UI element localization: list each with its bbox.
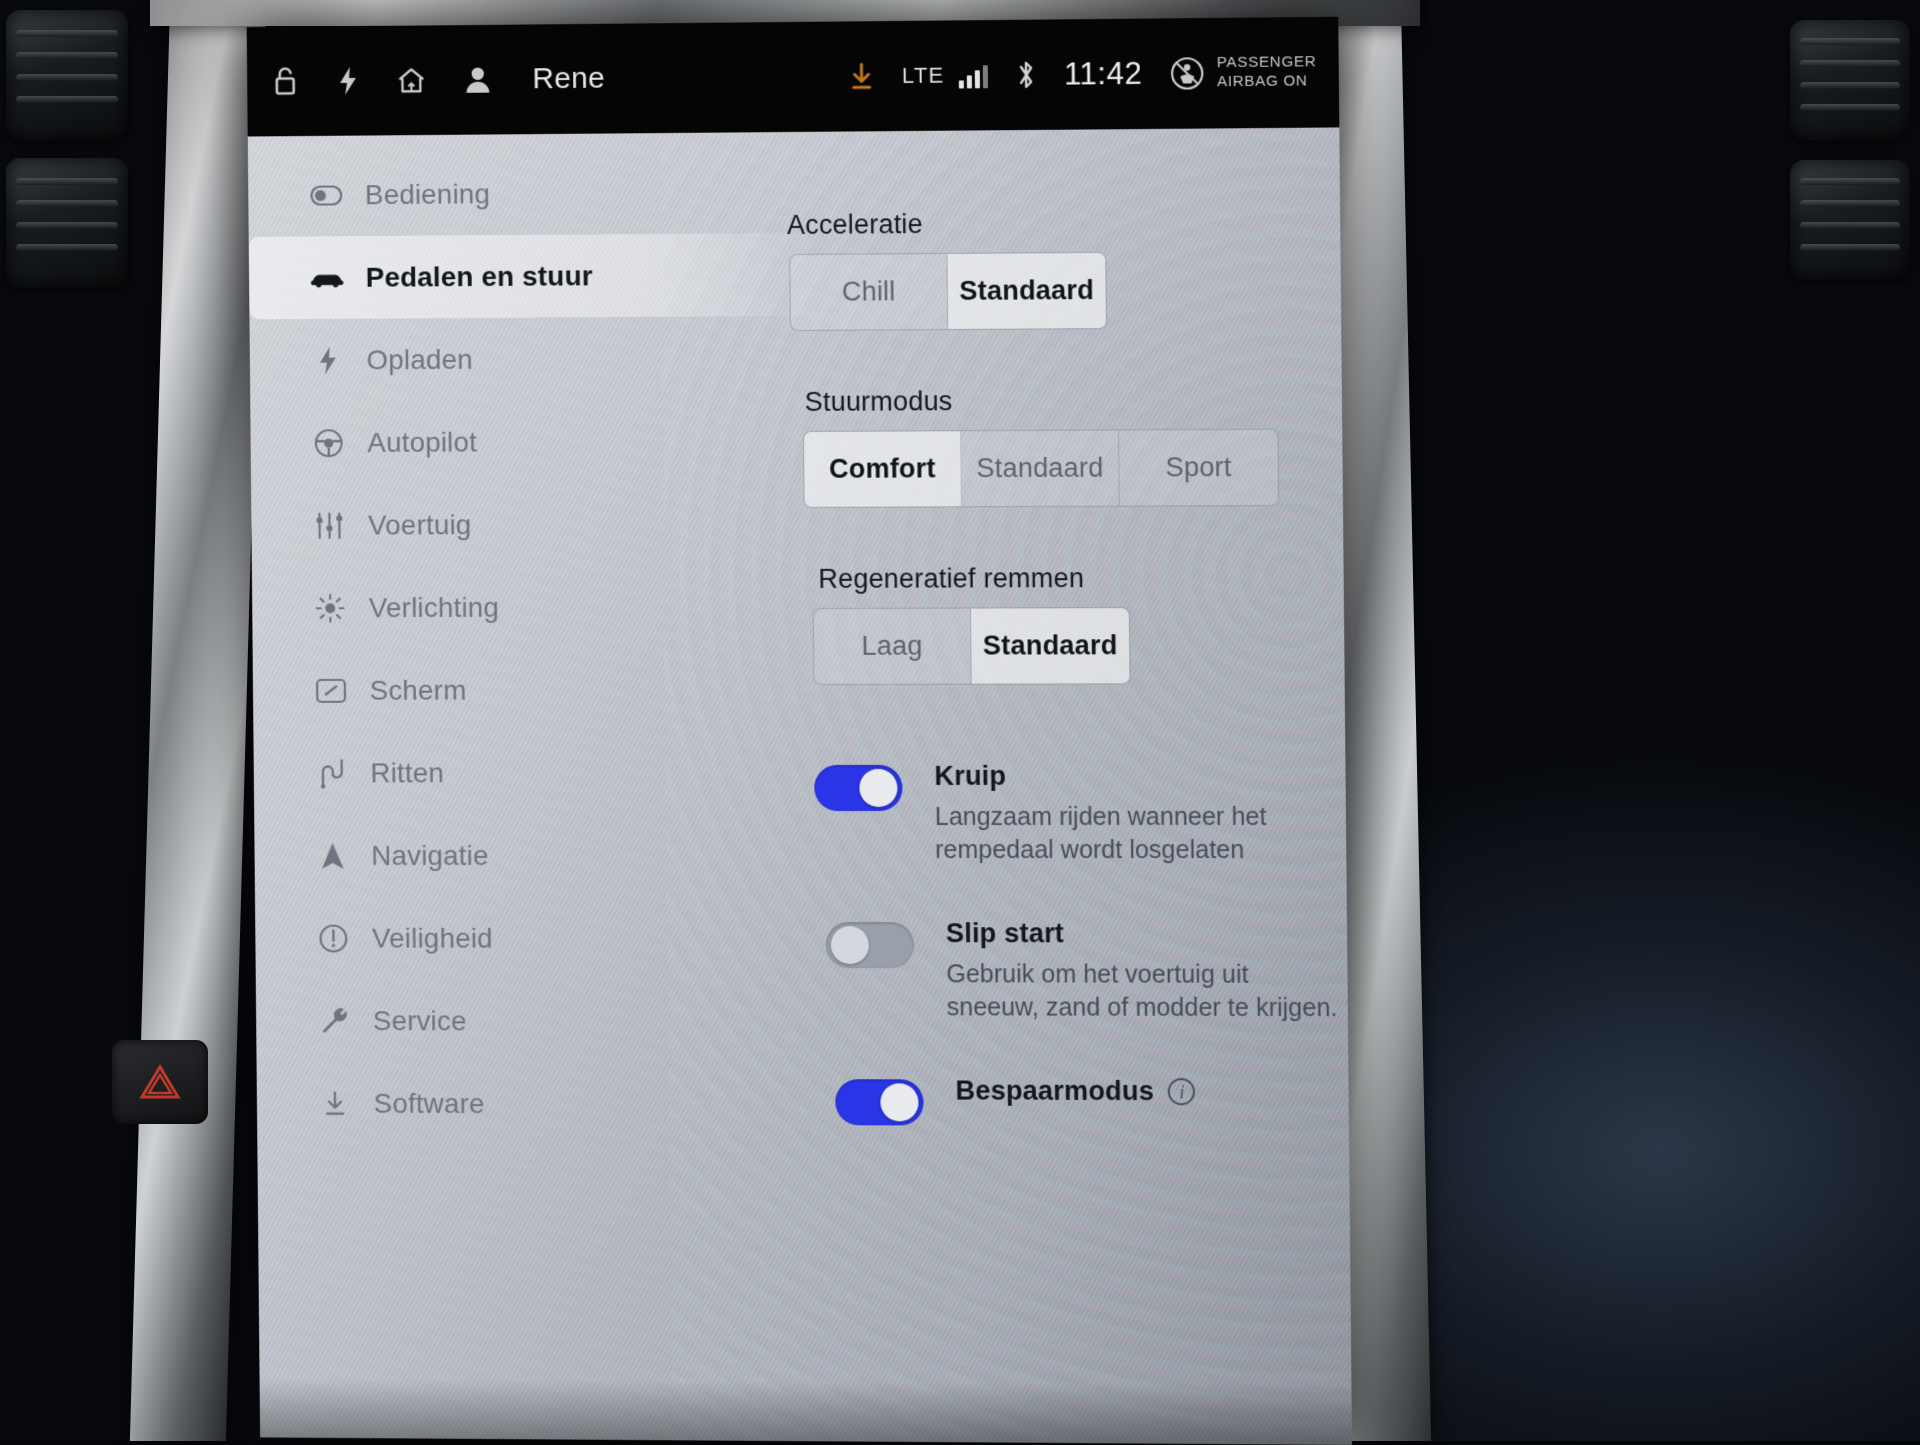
regen-option-standaard[interactable]: Standaard bbox=[971, 608, 1130, 684]
car-icon bbox=[310, 267, 344, 289]
bespaarmodus-label-row: Bespaarmodus i bbox=[955, 1075, 1195, 1107]
sidebar-item-opladen[interactable]: Opladen bbox=[249, 317, 638, 402]
settings-panel: Bediening Pedalen en stuur Opladen Autop… bbox=[248, 127, 1352, 1445]
settings-sidebar: Bediening Pedalen en stuur Opladen Autop… bbox=[248, 133, 649, 1440]
hazard-triangle-icon bbox=[138, 1062, 182, 1102]
signal-strength-icon bbox=[958, 62, 987, 88]
display-icon bbox=[314, 676, 348, 704]
steering-mode-segmented-control[interactable]: Comfort Standaard Sport bbox=[803, 429, 1279, 508]
regen-option-laag[interactable]: Laag bbox=[814, 609, 972, 684]
navigation-arrow-icon bbox=[316, 841, 350, 871]
sidebar-item-autopilot[interactable]: Autopilot bbox=[250, 400, 639, 485]
kruip-label-row: Kruip bbox=[934, 760, 1345, 791]
section-title-acceleratie: Acceleratie bbox=[787, 206, 1341, 241]
slip-start-label-row: Slip start bbox=[946, 918, 1347, 950]
toggle-icon bbox=[309, 185, 343, 205]
sidebar-item-bediening[interactable]: Bediening bbox=[248, 151, 637, 237]
winding-road-icon bbox=[315, 758, 349, 788]
sidebar-item-label: Verlichting bbox=[369, 591, 500, 623]
sidebar-item-label: Scherm bbox=[369, 674, 466, 706]
air-vent-left-lower bbox=[6, 158, 128, 288]
section-title-regeneratief-remmen: Regeneratief remmen bbox=[818, 562, 1344, 595]
airbag-status-text: PASSENGER AIRBAG ON bbox=[1217, 53, 1317, 92]
setting-row-slip-start: Slip start Gebruik om het voertuig uit s… bbox=[826, 918, 1348, 1024]
download-icon[interactable] bbox=[848, 60, 876, 92]
bluetooth-icon[interactable] bbox=[1014, 58, 1038, 92]
driver-profile-name[interactable]: Rene bbox=[532, 62, 605, 97]
steering-wheel-icon bbox=[312, 428, 346, 458]
sidebar-item-navigatie[interactable]: Navigatie bbox=[254, 814, 644, 897]
sidebar-item-ritten[interactable]: Ritten bbox=[253, 731, 643, 814]
status-bar: Rene LTE 11:42 bbox=[247, 17, 1340, 137]
kruip-description: Langzaam rijden wanneer het rempedaal wo… bbox=[935, 801, 1347, 866]
hazard-light-button[interactable] bbox=[112, 1040, 208, 1124]
setting-row-kruip: Kruip Langzaam rijden wanneer het remped… bbox=[814, 760, 1346, 866]
steering-option-comfort[interactable]: Comfort bbox=[804, 431, 962, 507]
acceleration-option-standaard[interactable]: Standaard bbox=[947, 253, 1106, 329]
toggle-knob bbox=[880, 1083, 918, 1121]
sidebar-item-label: Ritten bbox=[370, 757, 444, 789]
bespaarmodus-label: Bespaarmodus bbox=[955, 1075, 1154, 1107]
wrench-icon bbox=[317, 1006, 351, 1036]
bolt-icon bbox=[311, 345, 345, 375]
bolt-icon[interactable] bbox=[336, 65, 360, 97]
unlock-icon[interactable] bbox=[271, 65, 301, 97]
sidebar-item-service[interactable]: Service bbox=[256, 979, 646, 1062]
toggle-knob bbox=[831, 926, 869, 964]
sliders-icon bbox=[313, 510, 347, 540]
sun-icon bbox=[313, 593, 347, 623]
sidebar-item-verlichting[interactable]: Verlichting bbox=[252, 566, 642, 650]
download-icon bbox=[318, 1089, 352, 1117]
sidebar-item-veiligheid[interactable]: Veiligheid bbox=[255, 897, 645, 980]
status-badge: PASSENGER AIRBAG ON bbox=[1168, 53, 1316, 93]
acceleration-option-chill[interactable]: Chill bbox=[790, 254, 948, 330]
sidebar-item-label: Autopilot bbox=[367, 426, 477, 458]
home-icon[interactable] bbox=[395, 64, 427, 96]
acceleration-segmented-control[interactable]: Chill Standaard bbox=[789, 252, 1107, 331]
settings-content: Acceleratie Chill Standaard Stuurmodus C… bbox=[636, 127, 1352, 1445]
slip-start-label: Slip start bbox=[946, 918, 1064, 949]
sidebar-item-label: Pedalen en stuur bbox=[366, 260, 593, 293]
airbag-line-1: PASSENGER bbox=[1217, 53, 1317, 71]
kruip-label: Kruip bbox=[934, 761, 1006, 792]
air-vent-right-upper bbox=[1790, 20, 1910, 140]
air-vent-right-lower bbox=[1790, 160, 1910, 280]
sidebar-item-label: Navigatie bbox=[371, 840, 489, 872]
sidebar-item-label: Voertuig bbox=[368, 509, 472, 541]
setting-row-bespaarmodus: Bespaarmodus i bbox=[835, 1075, 1349, 1127]
sidebar-item-label: Veiligheid bbox=[372, 922, 493, 954]
sidebar-item-label: Opladen bbox=[366, 343, 473, 375]
sidebar-item-voertuig[interactable]: Voertuig bbox=[251, 483, 640, 567]
sidebar-item-label: Bediening bbox=[365, 178, 491, 211]
slip-start-toggle[interactable] bbox=[826, 922, 915, 968]
air-vent-left-upper bbox=[6, 10, 128, 140]
sidebar-item-scherm[interactable]: Scherm bbox=[253, 648, 643, 731]
sidebar-item-software[interactable]: Software bbox=[257, 1062, 647, 1146]
person-icon[interactable] bbox=[463, 64, 493, 96]
tesla-touchscreen: Rene LTE 11:42 bbox=[247, 17, 1352, 1445]
passenger-airbag-icon bbox=[1168, 54, 1207, 93]
steering-option-standaard[interactable]: Standaard bbox=[961, 430, 1120, 506]
clock[interactable]: 11:42 bbox=[1064, 56, 1143, 93]
steering-option-sport[interactable]: Sport bbox=[1119, 430, 1278, 506]
kruip-toggle[interactable] bbox=[814, 765, 903, 811]
section-title-stuurmodus: Stuurmodus bbox=[804, 384, 1342, 418]
airbag-line-2: AIRBAG ON bbox=[1217, 72, 1308, 90]
sidebar-item-label: Service bbox=[373, 1005, 467, 1037]
regen-braking-segmented-control[interactable]: Laag Standaard bbox=[813, 607, 1131, 685]
bespaarmodus-toggle[interactable] bbox=[835, 1079, 924, 1125]
toggle-knob bbox=[859, 769, 897, 807]
info-icon[interactable]: i bbox=[1168, 1078, 1195, 1105]
sidebar-item-label: Software bbox=[373, 1087, 484, 1119]
slip-start-description: Gebruik om het voertuig uit sneeuw, zand… bbox=[946, 958, 1348, 1024]
network-type-label: LTE bbox=[902, 63, 945, 89]
exclamation-circle-icon bbox=[316, 923, 350, 953]
